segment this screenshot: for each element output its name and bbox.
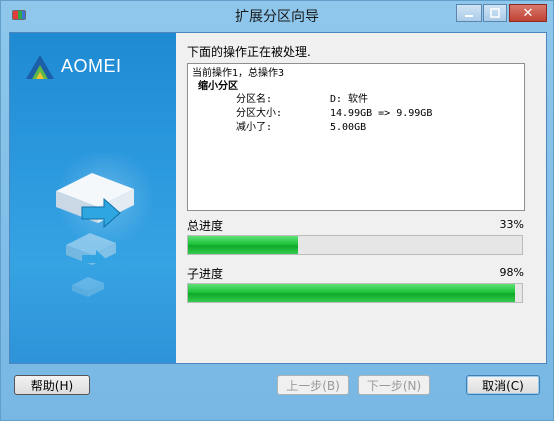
close-button[interactable]: ✕ <box>509 4 547 22</box>
disk-resize-illustration-icon <box>56 173 134 297</box>
operation-log[interactable]: 当前操作1，总操作3 缩小分区 分区名: D: 软件 分区大小: 14.99GB… <box>187 63 525 211</box>
operation-heading: 下面的操作正在被处理. <box>187 45 311 59</box>
log-key: 分区名: <box>236 94 273 105</box>
maximize-button[interactable] <box>483 4 507 22</box>
log-operation-count: 当前操作1，总操作3 <box>192 68 285 79</box>
maximize-icon <box>490 8 500 18</box>
log-value: D: 软件 <box>330 94 369 105</box>
cancel-button[interactable]: 取消(C) <box>466 375 540 395</box>
log-value: 5.00GB <box>330 122 367 133</box>
log-row: 分区大小: 14.99GB => 9.99GB <box>192 107 520 121</box>
next-button[interactable]: 下一步(N) <box>358 375 430 395</box>
log-row: 减小了: 5.00GB <box>192 121 520 135</box>
log-key: 减小了: <box>236 122 273 133</box>
help-button[interactable]: 帮助(H) <box>14 375 90 395</box>
total-progress-bar <box>187 235 523 255</box>
wizard-client: AOMEI 下面的操作正在被处理. 当前操作1，总操作3 缩小分区 分区名: D… <box>9 32 547 364</box>
wizard-footer: 帮助(H) 上一步(B) 下一步(N) 取消(C) <box>1 363 553 420</box>
sub-progress-fill <box>188 284 516 302</box>
total-progress-label: 总进度 <box>187 219 224 233</box>
log-key: 分区大小: <box>236 108 283 119</box>
sub-progress-bar <box>187 283 523 303</box>
log-value: 14.99GB => 9.99GB <box>330 108 433 119</box>
log-row: 分区名: D: 软件 <box>192 93 520 107</box>
minimize-icon <box>465 15 473 17</box>
wizard-window: 扩展分区向导 ✕ AOMEI 下面的操作正在被处理. 当前操作1，总操作3 缩小… <box>0 0 554 421</box>
minimize-button[interactable] <box>456 4 482 22</box>
brand-name: AOMEI <box>61 55 122 76</box>
total-progress-percent: 33% <box>499 218 524 231</box>
total-progress-fill <box>188 236 299 254</box>
progress-panel: 下面的操作正在被处理. 当前操作1，总操作3 缩小分区 分区名: D: 软件 分… <box>185 41 540 361</box>
sub-progress-percent: 98% <box>499 266 524 279</box>
sidebar-banner: AOMEI <box>10 33 176 363</box>
close-icon: ✕ <box>522 5 534 21</box>
brand-logo: AOMEI <box>22 51 122 81</box>
back-button[interactable]: 上一步(B) <box>277 375 349 395</box>
log-operation-title: 缩小分区 <box>198 81 238 92</box>
title-bar[interactable]: 扩展分区向导 ✕ <box>1 1 553 31</box>
sub-progress-label: 子进度 <box>187 267 224 281</box>
aomei-logo-icon <box>26 55 54 79</box>
